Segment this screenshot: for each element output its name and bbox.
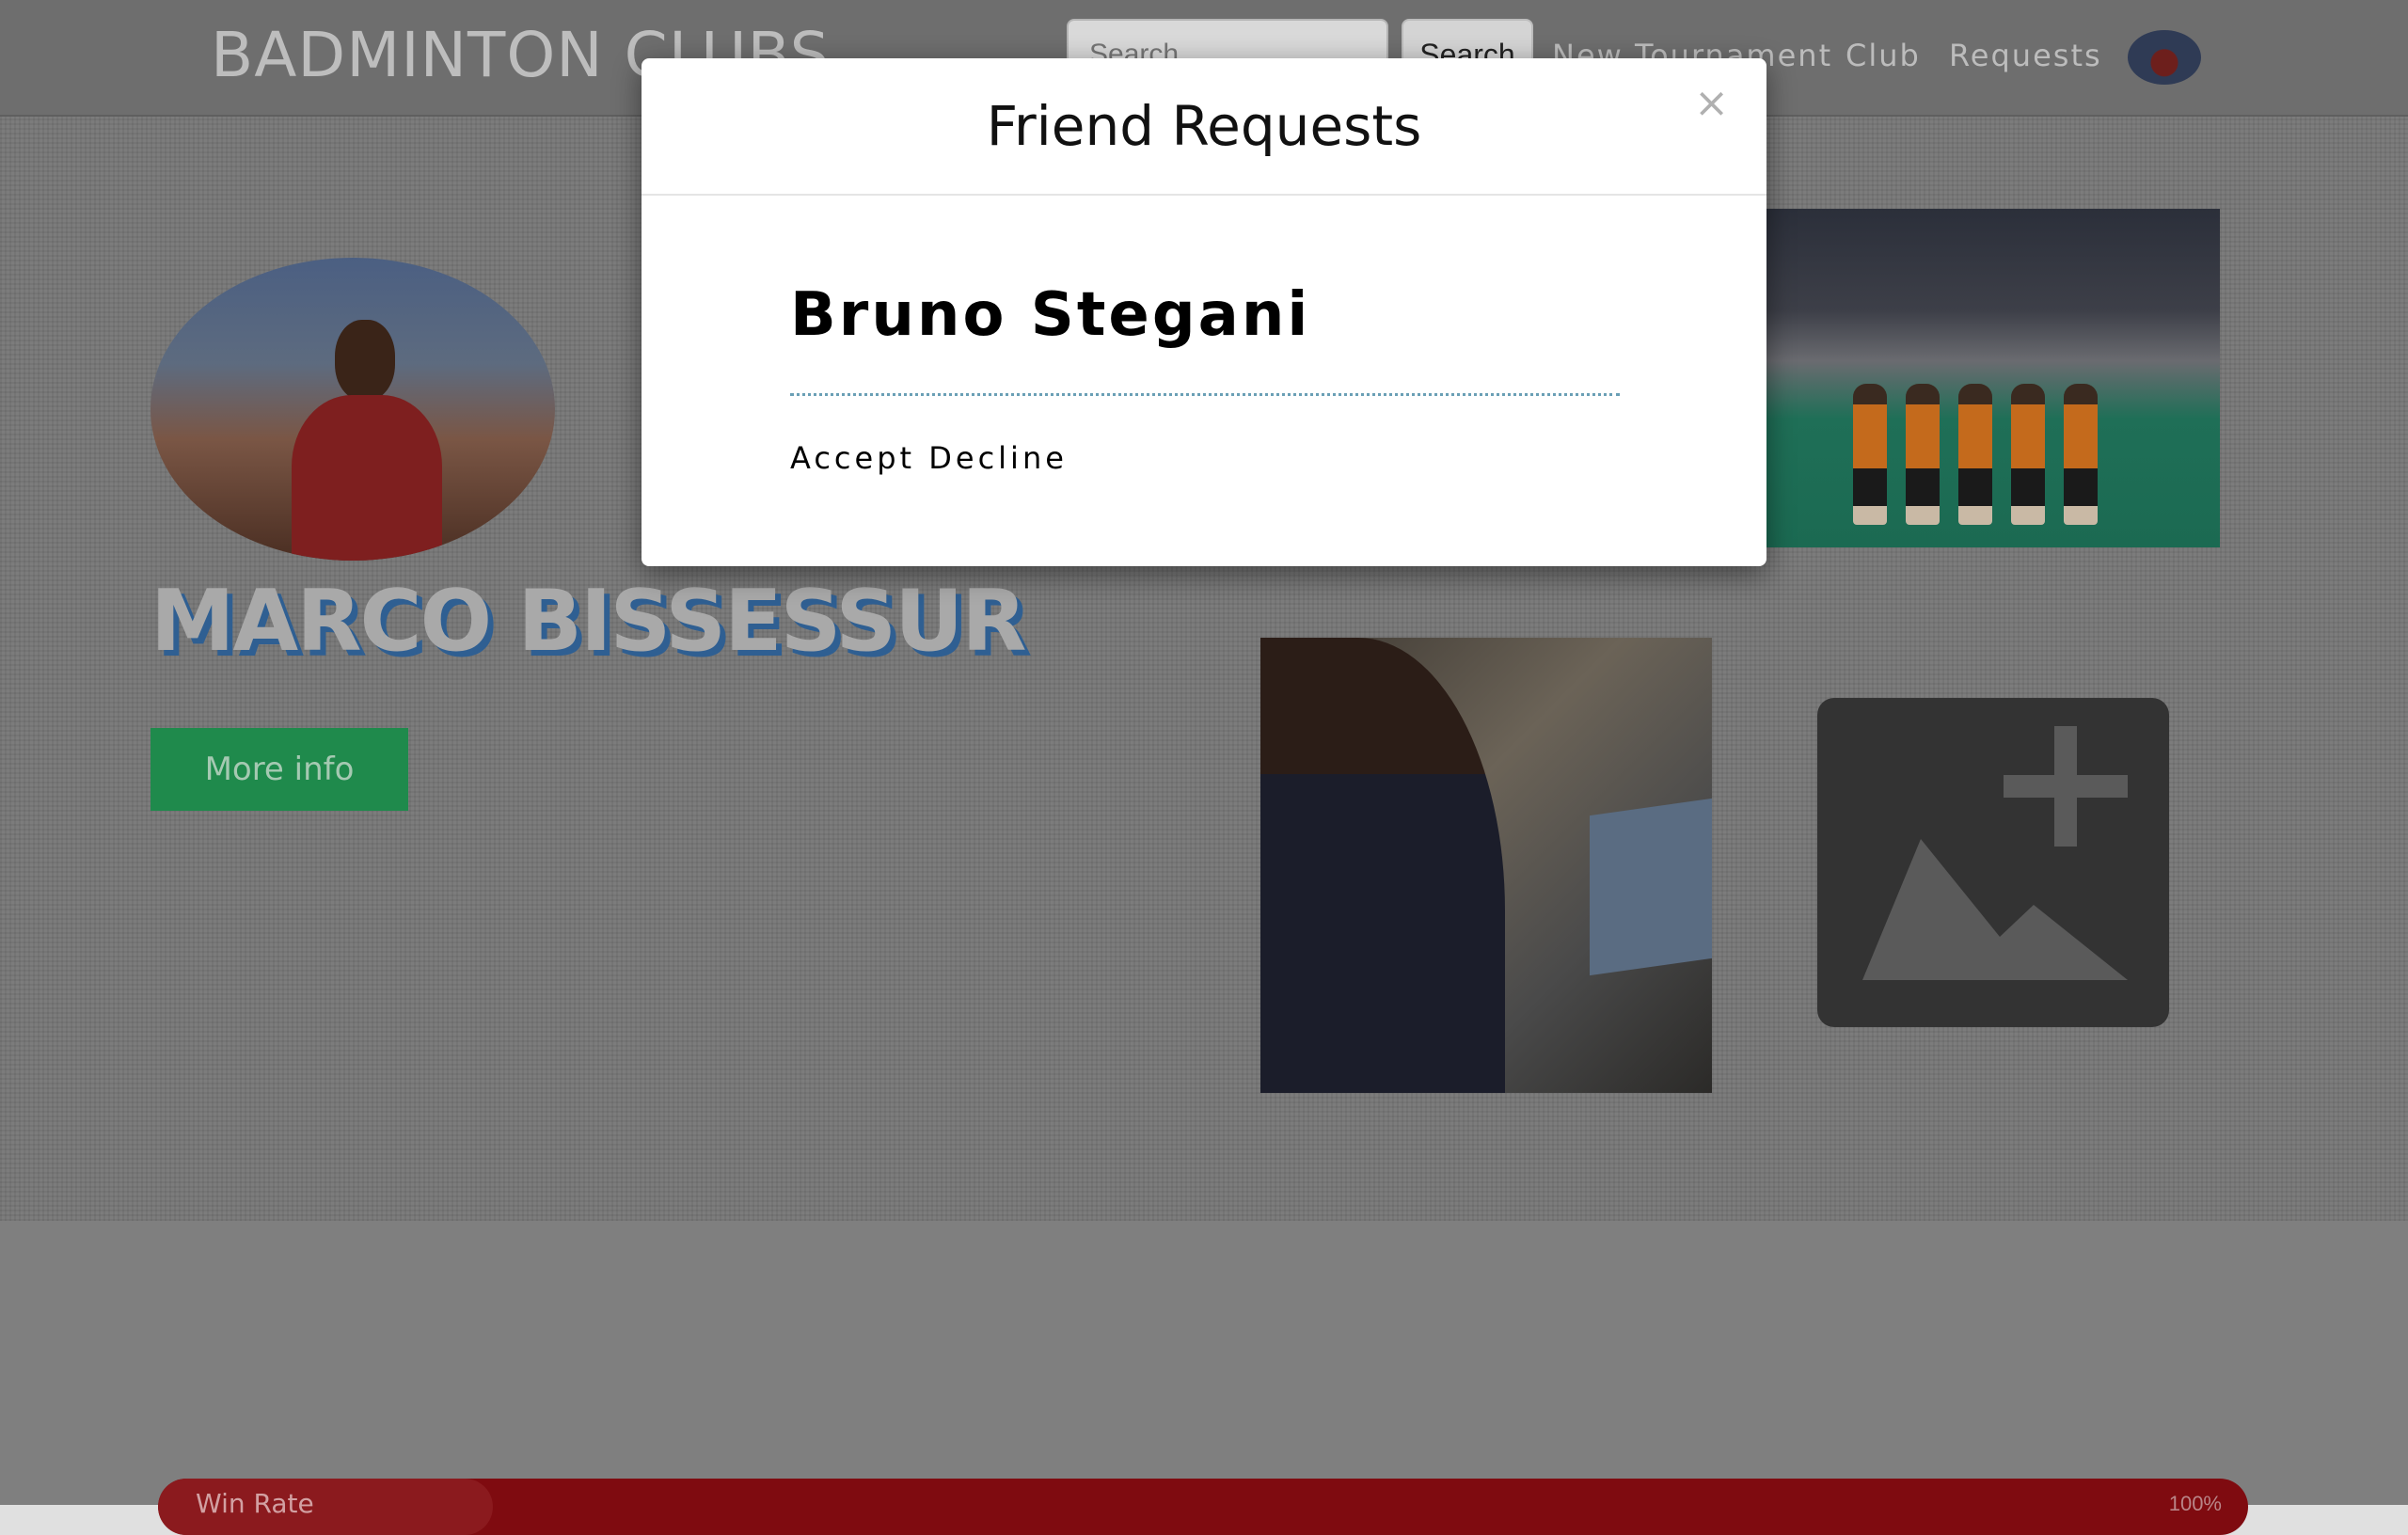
- profile-name: MARCO BISSESSUR: [150, 572, 1027, 671]
- add-image-button[interactable]: [1817, 698, 2169, 1027]
- close-icon[interactable]: ×: [1694, 79, 1729, 127]
- gallery-photo-laptop[interactable]: [1260, 638, 1712, 1093]
- request-actions: Accept Decline: [790, 440, 1068, 476]
- request-sender-name: Bruno Stegani: [790, 280, 1311, 350]
- friend-requests-modal: Friend Requests × Bruno Stegani Accept D…: [642, 58, 1766, 566]
- photo-laptop-screen: [1590, 798, 1712, 976]
- photo-player: [1906, 384, 1940, 525]
- photo-player: [1853, 384, 1887, 525]
- request-divider: [790, 393, 1620, 396]
- photo-person-head: [335, 320, 395, 401]
- photo-player: [2011, 384, 2045, 525]
- more-info-button[interactable]: More info: [150, 728, 408, 811]
- photo-person-body: [292, 395, 442, 561]
- accept-button[interactable]: Accept: [790, 440, 915, 476]
- modal-title: Friend Requests: [986, 94, 1422, 158]
- modal-header: Friend Requests ×: [642, 58, 1766, 196]
- gallery-photo-team[interactable]: [1759, 209, 2220, 547]
- win-rate-label: Win Rate: [196, 1488, 314, 1519]
- profile-photo: [150, 258, 555, 561]
- nav-link-requests[interactable]: Requests: [1949, 38, 2102, 73]
- win-rate-bar: Win Rate 100%: [158, 1479, 2248, 1535]
- photo-player: [1958, 384, 1992, 525]
- photo-player: [2064, 384, 2098, 525]
- stats-section: [0, 1221, 2408, 1505]
- decline-button[interactable]: Decline: [928, 440, 1068, 476]
- user-avatar[interactable]: [2128, 30, 2201, 85]
- photo-person: [1260, 638, 1505, 1093]
- win-rate-value: 100%: [2168, 1492, 2222, 1515]
- add-image-icon: [1862, 726, 2128, 980]
- nav-link-club[interactable]: Club: [1846, 38, 1921, 73]
